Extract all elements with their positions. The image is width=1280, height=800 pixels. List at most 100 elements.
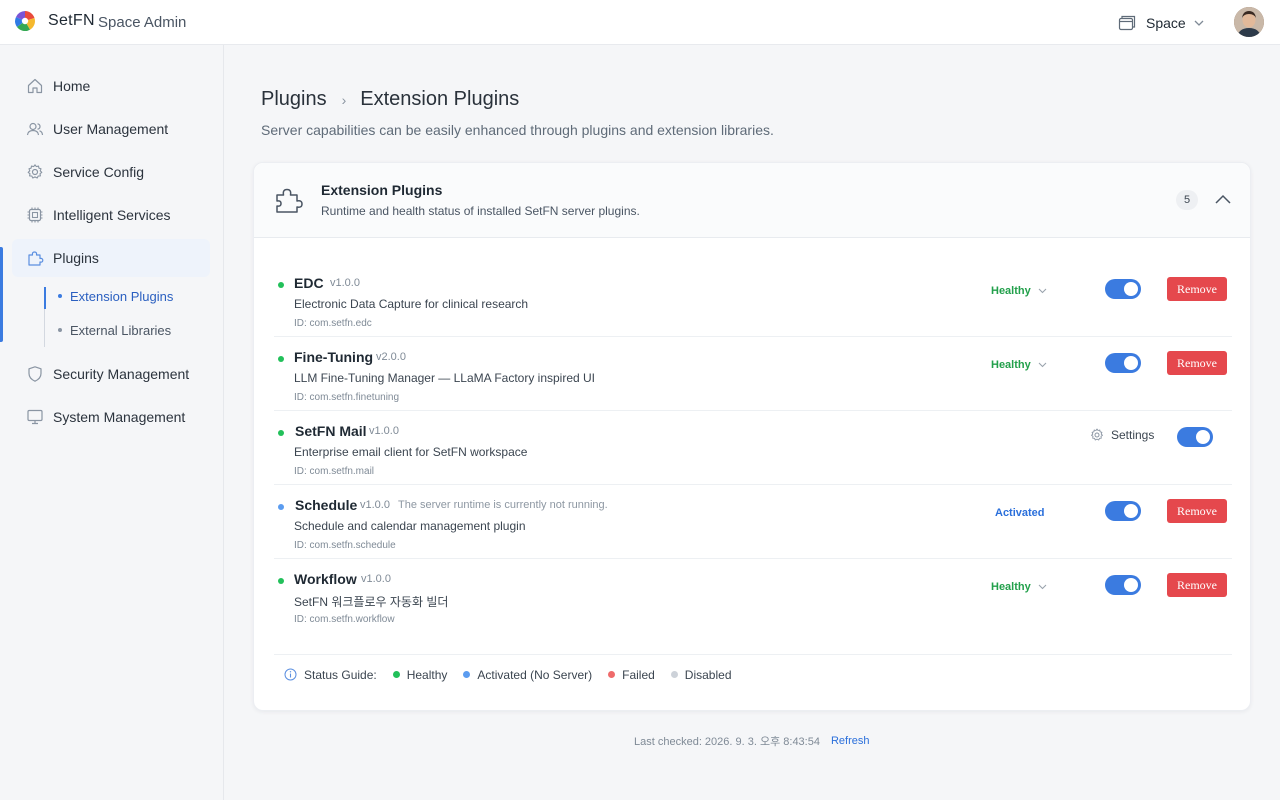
brand-name[interactable]: SetFN [48, 12, 95, 30]
user-avatar[interactable] [1234, 7, 1264, 37]
toggle-knob [1124, 578, 1138, 592]
health-status: Healthy [991, 581, 1031, 593]
plugins-card: Extension Plugins Runtime and health sta… [253, 162, 1251, 711]
active-indicator [0, 247, 3, 342]
sidebar-item-system-management[interactable]: System Management [12, 398, 210, 436]
plugin-name: Schedule [295, 497, 358, 513]
chevron-down-icon [1194, 20, 1204, 26]
setfn-logo-icon[interactable] [14, 10, 36, 32]
chevron-down-icon [1038, 362, 1047, 368]
remove-button[interactable]: Remove [1167, 573, 1227, 597]
breadcrumb-root[interactable]: Plugins [261, 88, 327, 111]
top-bar: SetFN Space Admin Space [0, 0, 1280, 45]
gear-icon [1091, 428, 1103, 441]
space-label: Space [1146, 15, 1186, 31]
health-status: Activated [995, 507, 1045, 519]
card-title: Extension Plugins [321, 182, 443, 198]
toggle-knob [1124, 356, 1138, 370]
plugin-name: Workflow [294, 571, 357, 587]
legend-healthy: Healthy [392, 667, 448, 682]
refresh-link[interactable]: Refresh [831, 735, 870, 747]
bullet-icon [58, 328, 62, 332]
space-switcher[interactable]: Space [1118, 12, 1204, 34]
health-dropdown[interactable]: Healthy [991, 359, 1047, 371]
plugin-enable-toggle[interactable] [1177, 427, 1213, 447]
plugin-version: v1.0.0 [369, 425, 399, 437]
plugin-description: Electronic Data Capture for clinical res… [294, 297, 529, 311]
sidebar-item-user-management[interactable]: User Management [12, 110, 210, 148]
sidebar-subitem-label: External Libraries [70, 322, 172, 338]
sidebar-item-security-management[interactable]: Security Management [12, 355, 210, 393]
status-dot [278, 504, 284, 510]
status-dot [278, 356, 284, 362]
sidebar-item-service-config[interactable]: Service Config [12, 153, 210, 191]
health-dropdown[interactable]: Healthy [991, 581, 1047, 593]
brand-subtitle: Space Admin [98, 14, 187, 31]
legend-dot [608, 671, 616, 678]
toggle-knob [1124, 282, 1138, 296]
status-guide: Status Guide: Healthy Activated (No Serv… [274, 654, 1232, 694]
plugin-enable-toggle[interactable] [1105, 279, 1141, 299]
legend-dot [463, 671, 471, 678]
status-guide-label: Status Guide: [304, 667, 377, 682]
sidebar-item-label: User Management [53, 121, 169, 137]
users-icon [26, 122, 44, 136]
sidebar-item-label: System Management [53, 409, 186, 425]
sidebar-item-intelligent-services[interactable]: Intelligent Services [12, 196, 210, 234]
sidebar-subitem-label: Extension Plugins [70, 288, 174, 304]
legend-label: Failed [622, 667, 655, 682]
activated-status: Activated [995, 507, 1045, 519]
plugin-version: v1.0.0 [330, 277, 360, 289]
plugin-id: ID: com.setfn.workflow [294, 614, 395, 625]
sidebar-item-label: Security Management [53, 366, 190, 382]
status-dot [278, 282, 284, 288]
legend-dot [392, 671, 400, 678]
sidebar-item-label: Plugins [53, 250, 99, 266]
footer: Last checked: 2026. 9. 3. 오후 8:43:54 Ref… [634, 733, 870, 749]
sidebar-item-home[interactable]: Home [12, 67, 210, 105]
plugin-enable-toggle[interactable] [1105, 501, 1141, 521]
bullet-icon [58, 294, 62, 298]
status-dot [278, 430, 284, 436]
remove-button[interactable]: Remove [1167, 277, 1227, 301]
plugin-description: Schedule and calendar management plugin [294, 519, 526, 533]
legend-dot [670, 671, 678, 678]
card-subtitle: Runtime and health status of installed S… [321, 204, 640, 218]
card-header: Extension Plugins Runtime and health sta… [254, 163, 1250, 238]
toggle-knob [1196, 430, 1210, 444]
legend-label: Disabled [684, 667, 732, 682]
sidebar-subitem-external-libraries[interactable]: External Libraries [58, 320, 171, 340]
plugin-version: v2.0.0 [376, 351, 406, 363]
sidebar-subitem-extension-plugins[interactable]: Extension Plugins [58, 286, 173, 306]
health-dropdown[interactable]: Healthy [991, 285, 1047, 297]
health-status: Healthy [991, 359, 1031, 371]
remove-button[interactable]: Remove [1167, 499, 1227, 523]
plugin-enable-toggle[interactable] [1105, 575, 1141, 595]
plugin-row-schedule: Schedule v1.0.0 The server runtime is cu… [274, 485, 1232, 559]
legend-label: Activated (No Server) [477, 667, 593, 682]
legend-disabled: Disabled [670, 667, 732, 682]
plugin-name: EDC [294, 275, 324, 291]
sidebar-item-plugins[interactable]: Plugins [12, 239, 210, 277]
chevron-up-icon[interactable] [1212, 189, 1234, 211]
plugin-row-fine-tuning: Fine-Tuning v2.0.0 LLM Fine-Tuning Manag… [274, 337, 1232, 411]
plugin-count-badge: 5 [1176, 190, 1198, 210]
toggle-knob [1124, 504, 1138, 518]
plugin-row-edc: EDC v1.0.0 Electronic Data Capture for c… [274, 263, 1232, 337]
plugin-name: Fine-Tuning [294, 349, 374, 365]
plugin-description: Enterprise email client for SetFN worksp… [294, 445, 528, 459]
plugin-row-workflow: Workflow v1.0.0 SetFN 워크플로우 자동화 빌더 ID: c… [274, 559, 1232, 633]
chevron-down-icon [1038, 288, 1047, 294]
settings-button[interactable]: Settings [1090, 428, 1154, 442]
sidebar-item-label: Intelligent Services [53, 207, 171, 223]
legend-label: Healthy [406, 667, 448, 682]
plugin-enable-toggle[interactable] [1105, 353, 1141, 373]
shield-icon [28, 366, 42, 382]
plugin-id: ID: com.setfn.mail [294, 466, 375, 477]
sidebar-item-label: Service Config [53, 164, 145, 180]
breadcrumb-separator: › [341, 91, 347, 108]
remove-button[interactable]: Remove [1167, 351, 1227, 375]
last-checked: Last checked: 2026. 9. 3. 오후 8:43:54 [634, 736, 820, 748]
plugin-id: ID: com.setfn.edc [294, 318, 372, 329]
legend-failed: Failed [608, 668, 655, 682]
